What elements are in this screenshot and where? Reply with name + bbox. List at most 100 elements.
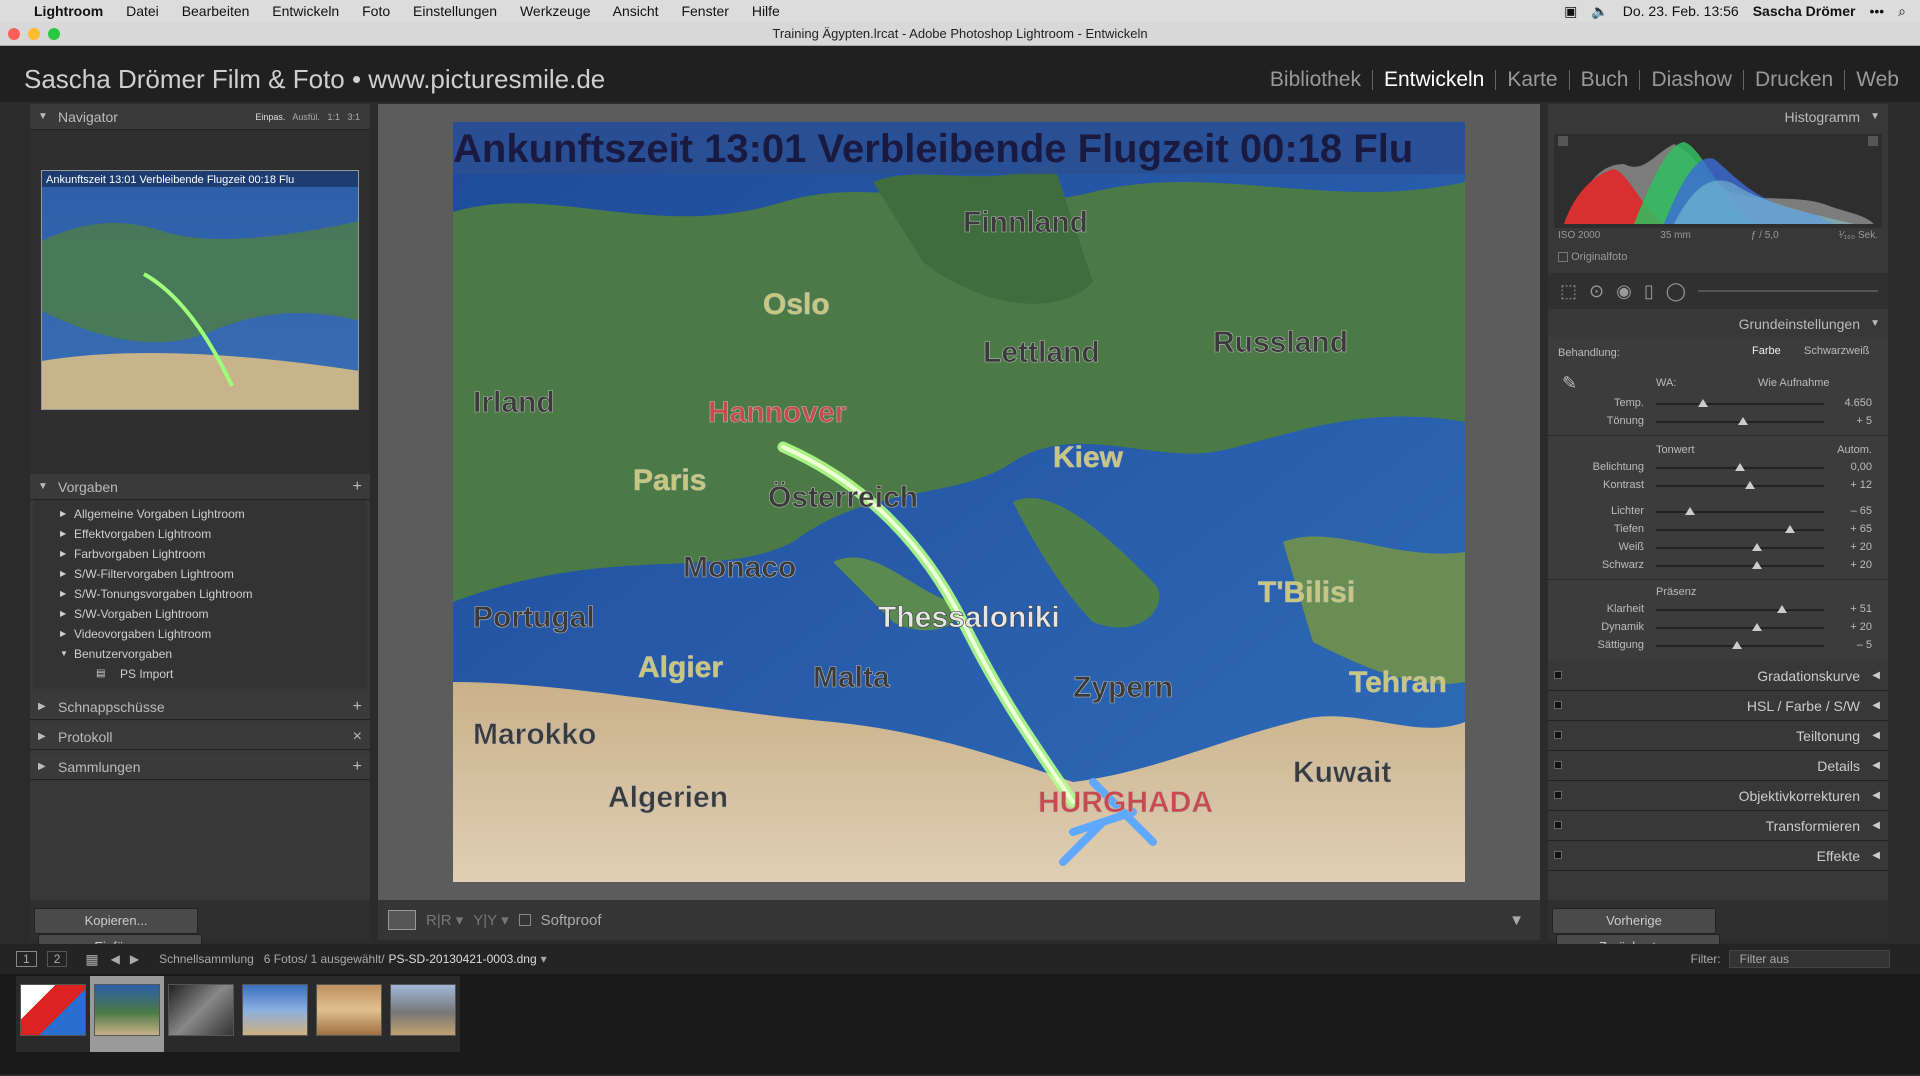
panel-toggle-switch[interactable] [1554,671,1562,679]
zoom-3-1[interactable]: 3:1 [347,112,360,122]
preset-folder[interactable]: ▶ Allgemeine Vorgaben Lightroom [34,504,366,524]
preset-folder[interactable]: ▶ Effektvorgaben Lightroom [34,524,366,544]
grid-view-icon[interactable]: ▦ [85,951,98,968]
slider-schwarz[interactable]: Schwarz + 20 [1548,557,1888,575]
panel-toggle-switch[interactable] [1554,821,1562,829]
filmstrip-thumb[interactable] [386,976,460,1052]
expand-triangle-icon[interactable]: ◀ [1872,721,1880,751]
slider-weiß[interactable]: Weiß + 20 [1548,539,1888,557]
menu-datei[interactable]: Datei [126,3,159,19]
adjustment-brush-slider[interactable] [1697,290,1878,292]
navigator-preview[interactable]: Ankunftszeit 13:01 Verbleibende Flugzeit… [41,170,359,410]
shadow-clipping-icon[interactable] [1558,136,1568,146]
collapse-triangle-icon[interactable]: ▼ [60,644,68,664]
collapse-triangle-icon[interactable]: ▼ [38,474,48,500]
preset-folder[interactable]: ▶ Farbvorgaben Lightroom [34,544,366,564]
slider-value[interactable]: + 12 [1850,479,1872,491]
clock[interactable]: Do. 23. Feb. 13:56 [1623,3,1739,19]
menu-werkzeuge[interactable]: Werkzeuge [520,3,591,19]
slider-value[interactable]: + 20 [1850,559,1872,571]
slider-value[interactable]: + 5 [1856,415,1872,427]
expand-triangle-icon[interactable]: ▶ [60,504,66,524]
slider-temp[interactable]: Temp. 4.650 [1548,395,1888,413]
user-name[interactable]: Sascha Drömer [1753,3,1856,19]
highlight-clipping-icon[interactable] [1868,136,1878,146]
slider-kontrast[interactable]: Kontrast + 12 [1548,477,1888,495]
filmstrip-thumb[interactable] [164,976,238,1052]
panel-toggle-switch[interactable] [1554,791,1562,799]
slider-knob[interactable] [1777,605,1787,613]
preset-folder-user[interactable]: ▼ Benutzervorgaben [34,644,366,664]
add-collection-icon[interactable]: + [353,754,362,780]
slider-value[interactable]: – 65 [1851,505,1872,517]
panel-toggle-switch[interactable] [1554,731,1562,739]
history-header[interactable]: ▶ Protokoll × [30,724,370,750]
collapse-triangle-icon[interactable]: ▼ [38,104,48,130]
slider-track[interactable] [1656,511,1824,513]
expand-triangle-icon[interactable]: ▶ [38,694,46,720]
menu-foto[interactable]: Foto [362,3,390,19]
zoom-window-button[interactable] [48,28,60,40]
crop-tool-icon[interactable]: ⬚ [1560,281,1577,302]
source-label[interactable]: Schnellsammlung [159,952,254,966]
slider-belichtung[interactable]: Belichtung 0,00 [1548,459,1888,477]
slider-value[interactable]: 4.650 [1844,397,1872,409]
filename[interactable]: PS-SD-20130421-0003.dng [389,952,537,966]
graduated-filter-icon[interactable]: ▯ [1644,281,1654,302]
wb-select[interactable]: Wie Aufnahme [1758,377,1830,389]
slider-knob[interactable] [1785,525,1796,533]
slider-track[interactable] [1656,547,1824,549]
histogram-header[interactable]: Histogramm ▼ [1548,104,1888,130]
slider-dynamik[interactable]: Dynamik + 20 [1548,619,1888,637]
window-1-button[interactable]: 1 [16,951,37,967]
slider-knob[interactable] [1735,463,1745,471]
slider-knob[interactable] [1751,561,1762,569]
module-web[interactable]: Web [1844,69,1910,90]
slider-value[interactable]: + 20 [1850,621,1872,633]
histogram[interactable] [1554,134,1882,228]
preset-folder[interactable]: ▶ S/W-Vorgaben Lightroom [34,604,366,624]
expand-triangle-icon[interactable]: ▶ [60,564,66,584]
softproof-checkbox[interactable] [518,914,531,926]
expand-triangle-icon[interactable]: ◀ [1872,751,1880,781]
window-2-button[interactable]: 2 [46,951,68,967]
slider-knob[interactable] [1745,481,1756,489]
more-icon[interactable]: ••• [1869,3,1884,19]
menu-hilfe[interactable]: Hilfe [752,3,780,19]
zoom-1-1[interactable]: 1:1 [327,112,340,122]
expand-triangle-icon[interactable]: ◀ [1872,841,1880,871]
expand-triangle-icon[interactable]: ▶ [38,724,46,750]
volume-icon[interactable]: 🔈 [1591,3,1608,20]
treatment-color-button[interactable]: Farbe [1752,345,1781,357]
minimize-window-button[interactable] [28,28,40,40]
slider-track[interactable] [1656,485,1824,487]
module-bibliothek[interactable]: Bibliothek [1259,69,1372,90]
panel-header-0[interactable]: Gradationskurve ◀ [1548,661,1888,691]
panel-toggle-switch[interactable] [1554,701,1562,709]
filmstrip-thumb[interactable] [312,976,386,1052]
panel-header-3[interactable]: Details ◀ [1548,751,1888,781]
spot-removal-icon[interactable]: ⊙ [1589,281,1604,302]
before-after-split-icon[interactable]: Y|Y ▾ [473,911,508,929]
clear-history-icon[interactable]: × [353,724,362,750]
menu-bearbeiten[interactable]: Bearbeiten [182,3,250,19]
original-photo-row[interactable]: Originalfoto [1548,241,1888,273]
collapse-triangle-icon[interactable]: ▼ [1870,311,1880,337]
expand-triangle-icon[interactable]: ◀ [1872,661,1880,691]
eyedropper-icon[interactable]: ✎ [1562,373,1577,394]
navigator-header[interactable]: ▼ Navigator Einpas. Ausfül. 1:1 3:1 [30,104,370,130]
expand-triangle-icon[interactable]: ▶ [60,624,66,644]
previous-button[interactable]: Vorherige [1552,908,1716,934]
slider-knob[interactable] [1698,399,1709,407]
filmstrip-thumb[interactable] [16,976,90,1052]
snapshots-header[interactable]: ▶ Schnappschüsse + [30,694,370,720]
slider-track[interactable] [1656,609,1824,611]
original-photo-checkbox[interactable] [1558,252,1568,263]
expand-triangle-icon[interactable]: ◀ [1872,811,1880,841]
collapse-triangle-icon[interactable]: ▼ [1870,104,1880,130]
slider-value[interactable]: + 51 [1850,603,1872,615]
panel-toggle-switch[interactable] [1554,851,1562,859]
spotlight-icon[interactable]: ⌕ [1898,3,1906,20]
preset-folder[interactable]: ▶ S/W-Filtervorgaben Lightroom [34,564,366,584]
panel-header-6[interactable]: Effekte ◀ [1548,841,1888,871]
